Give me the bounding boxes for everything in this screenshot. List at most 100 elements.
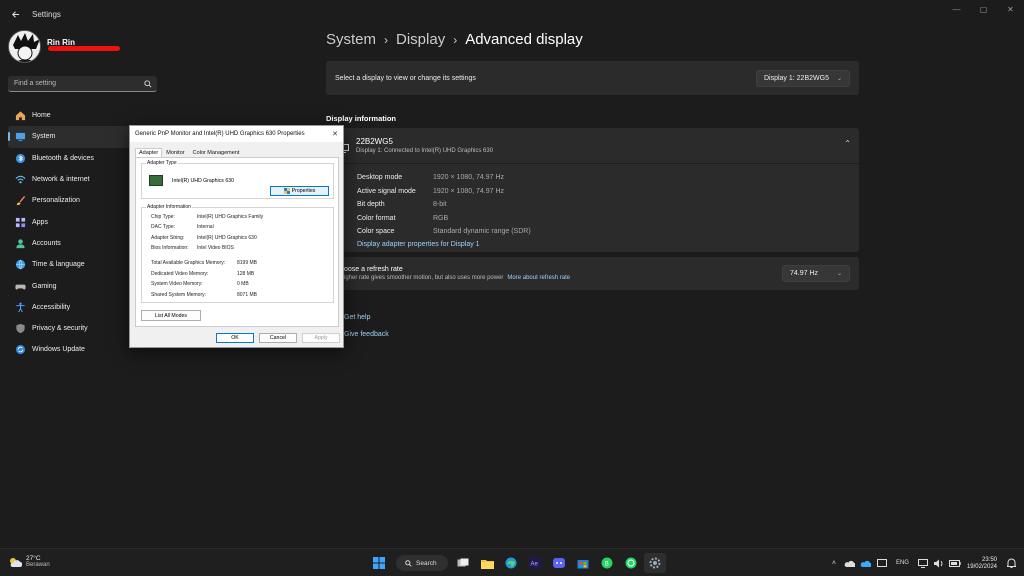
redaction-mark [48,46,120,51]
display-connection: Display 1: Connected to Intel(R) UHD Gra… [356,148,494,154]
breadcrumb-separator-icon: › [453,32,458,47]
memory-value: 8071 MB [237,292,258,298]
notification-bell-icon[interactable] [1003,558,1019,568]
taskbar-apps: Search Ae B [368,553,668,573]
chevron-up-icon[interactable]: ⌃ [844,139,851,148]
sidebar-item-label: Time & language [32,261,85,269]
ok-button[interactable]: OK [216,333,254,343]
refresh-rate-card: oose a refresh rate igher rate gives smo… [326,257,859,290]
display-info-header[interactable]: 22B2WG5 Display 1: Connected to Intel(R)… [326,128,859,164]
info-label: Desktop mode [357,174,403,182]
page-title: Advanced display [465,31,583,48]
after-effects-icon: Ae [529,557,541,569]
refresh-rate-link[interactable]: More about refresh rate [507,275,570,281]
info-key: DAC Type: [151,224,176,230]
input-language[interactable]: ENG [896,560,909,566]
info-row: Bios Information: Intel Video BIOS [151,245,234,251]
close-button[interactable]: ✕ [997,0,1024,18]
memory-row: System Video Memory: 0 MB [151,281,249,287]
adapter-info-group: Adapter Information Chip Type: Intel(R) U… [141,204,334,303]
whatsapp-business-button[interactable]: B [596,553,618,573]
sidebar-item-label: Apps [32,218,48,226]
info-value: Intel(R) UHD Graphics 630 [197,235,257,241]
maximize-button[interactable]: ▢ [970,0,997,18]
back-button[interactable] [4,3,26,25]
info-key: Chip Type: [151,214,175,220]
give-feedback-link[interactable]: Give feedback [344,326,389,343]
info-row: Color space Standard dynamic range (SDR) [357,225,859,239]
breadcrumb-display[interactable]: Display [396,31,445,48]
chevron-up-icon[interactable]: ˄ [826,560,842,567]
wifi-icon [14,174,26,186]
whatsapp-icon [625,557,637,569]
memory-key: Shared System Memory: [151,292,207,298]
discord-button[interactable] [548,553,570,573]
breadcrumb: System › Display › Advanced display [326,31,583,48]
volume-icon[interactable] [931,559,947,568]
clock-date: 19/02/2024 [966,563,997,570]
memory-key: Total Available Graphics Memory: [151,260,226,266]
display-adapter-properties-link[interactable]: Display adapter properties for Display 1 [357,241,859,248]
display-select[interactable]: Display 1: 22B2WG5 ⌄ [755,69,850,87]
uac-shield-icon [283,188,290,194]
info-key: Adapter String: [151,235,185,241]
taskbar-search-label: Search [416,559,437,567]
meet-icon[interactable] [874,559,890,567]
adapter-type-group: Adapter Type Intel(R) UHD Graphics 630 P… [141,160,334,199]
sidebar-item-home[interactable]: Home [8,105,158,126]
sidebar-item-label: System [32,133,56,141]
avatar[interactable] [8,30,41,63]
settings-search[interactable]: Find a setting [8,76,157,92]
help-links: Get help Give feedback [344,309,389,343]
start-button[interactable] [368,553,390,573]
home-icon [14,110,26,122]
cancel-button[interactable]: Cancel [259,333,297,343]
info-row: Desktop mode 1920 × 1080, 74.97 Hz [357,171,859,185]
memory-key: System Video Memory: [151,281,203,287]
info-label: Color format [357,214,396,222]
info-label: Bit depth [357,201,385,209]
weather-cloud-icon [10,557,22,567]
dialog-titlebar[interactable]: Generic PnP Monitor and Intel(R) UHD Gra… [130,126,343,142]
breadcrumb-separator-icon: › [384,32,389,47]
whatsapp-business-icon: B [601,557,613,569]
onedrive-icon[interactable] [842,560,858,567]
list-all-modes-button[interactable]: List All Modes [141,310,201,321]
get-help-link[interactable]: Get help [344,309,389,326]
properties-button[interactable]: Properties [270,186,329,196]
properties-button-label: Properties [291,188,316,194]
after-effects-button[interactable]: Ae [524,553,546,573]
store-button[interactable] [572,553,594,573]
refresh-rate-select[interactable]: 74.97 Hz ⌄ [782,265,850,282]
clock[interactable]: 23:50 19/02/2024 [967,557,997,570]
info-value: 1920 × 1080, 74.97 Hz [433,174,505,182]
display-select-value: Display 1: 22B2WG5 [763,74,829,82]
task-view-icon [457,558,469,566]
memory-row: Shared System Memory: 8071 MB [151,292,257,298]
info-value: Standard dynamic range (SDR) [433,228,531,236]
dialog-close-button[interactable]: ✕ [327,130,343,138]
network-icon[interactable] [915,558,931,568]
weather-widget[interactable]: 27°C Berawan [8,555,50,568]
info-value: 8-bit [433,201,447,209]
file-explorer-button[interactable] [476,553,498,573]
info-row: Adapter String: Intel(R) UHD Graphics 630 [151,235,257,241]
cloud-icon[interactable] [858,560,874,567]
edge-button[interactable] [500,553,522,573]
sidebar-item-label: Bluetooth & devices [32,154,94,162]
section-title: Display information [326,114,397,123]
minimize-button[interactable]: — [943,0,970,18]
apply-button[interactable]: Apply [302,333,340,343]
brush-icon [14,195,26,207]
battery-icon[interactable] [947,559,963,567]
sidebar-item-label: Home [32,112,51,120]
task-view-button[interactable] [452,553,474,573]
settings-taskbar-button[interactable] [644,553,666,573]
weather-desc: Berawan [26,562,50,568]
whatsapp-button[interactable] [620,553,642,573]
taskbar: 27°C Berawan Search Ae B ˄ ENG 23:50 19/… [0,548,1024,576]
breadcrumb-system[interactable]: System [326,31,376,48]
search-input[interactable]: Find a setting [14,80,139,87]
taskbar-search[interactable]: Search [396,555,448,571]
system-tray: ˄ ENG 23:50 19/02/2024 [826,553,1019,573]
